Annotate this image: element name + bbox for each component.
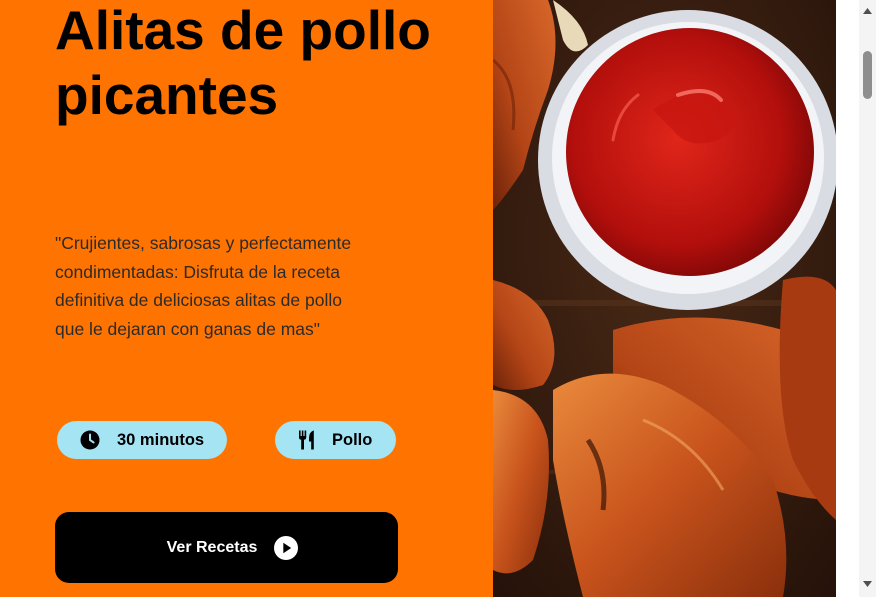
recipe-description: "Crujientes, sabrosas y perfectamente co… bbox=[55, 233, 352, 339]
cooking-time-label: 30 minutos bbox=[117, 430, 205, 449]
view-recipes-button[interactable]: Ver Recetas bbox=[55, 512, 398, 583]
scroll-thumb[interactable] bbox=[863, 51, 872, 99]
scroll-down-arrow-icon[interactable] bbox=[859, 577, 876, 591]
page-scrollbar[interactable] bbox=[859, 0, 876, 597]
category-badge[interactable]: Pollo bbox=[275, 421, 396, 459]
scroll-up-arrow-icon[interactable] bbox=[859, 4, 876, 18]
food-photo-illustration bbox=[493, 0, 836, 597]
cooking-time-badge[interactable]: 30 minutos bbox=[57, 421, 227, 459]
category-label: Pollo bbox=[332, 430, 373, 449]
play-circle-icon bbox=[274, 535, 299, 560]
recipe-title: Alitas de pollo picantes bbox=[55, 0, 431, 126]
view-recipes-label: Ver Recetas bbox=[166, 538, 258, 556]
hero-panel: Alitas de pollo picantes "Crujientes, sa… bbox=[0, 0, 493, 597]
chicken-wings-photo bbox=[493, 0, 836, 597]
utensils-icon bbox=[299, 430, 314, 450]
clock-icon bbox=[80, 430, 100, 450]
